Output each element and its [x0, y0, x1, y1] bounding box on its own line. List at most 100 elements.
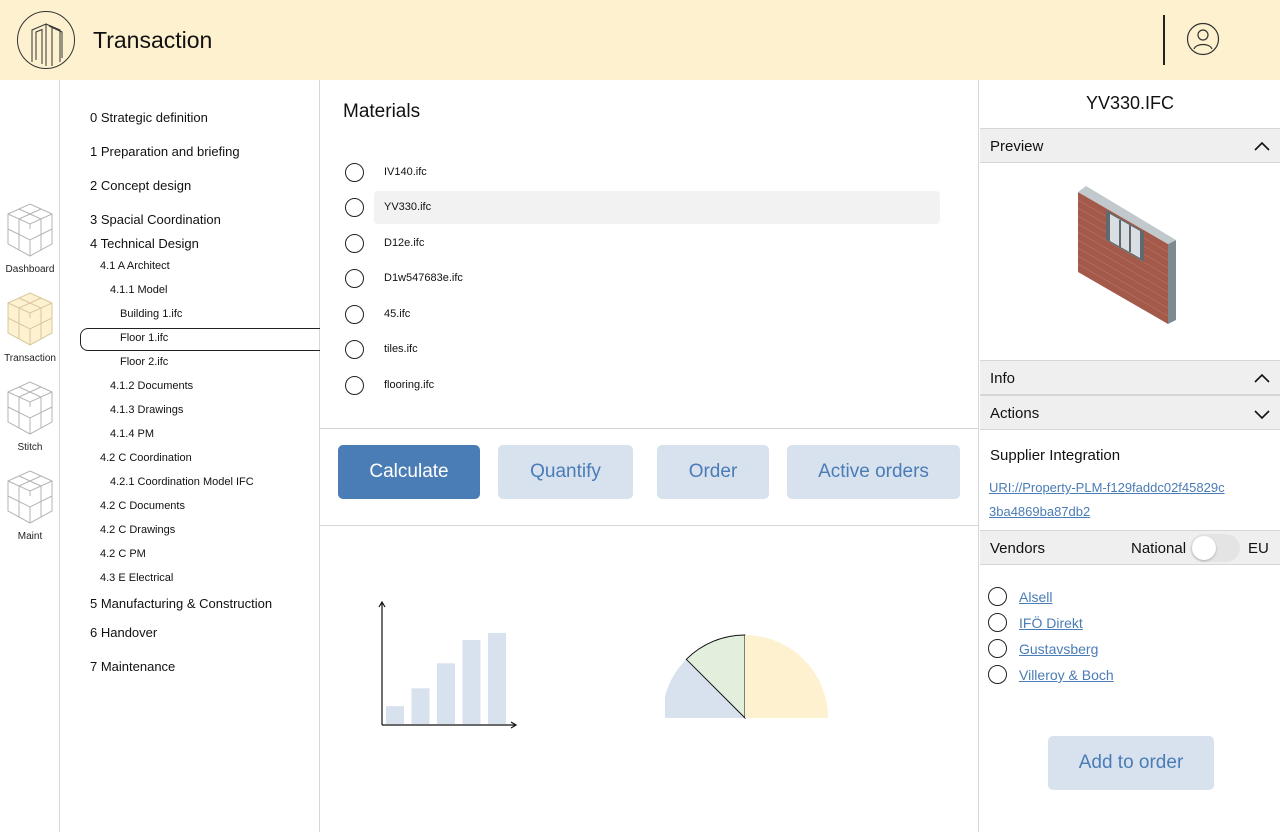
material-row-highlighted[interactable]: YV330.ifc: [343, 191, 940, 224]
section-label: Actions: [990, 405, 1040, 422]
material-radio[interactable]: [345, 234, 364, 253]
bar-chart: [378, 600, 518, 729]
preview-section-header[interactable]: Preview: [980, 128, 1280, 163]
toggle-eu-label: EU: [1248, 540, 1269, 557]
vendor-radio[interactable]: [988, 613, 1007, 632]
active-orders-button[interactable]: Active orders: [787, 445, 960, 499]
national-eu-toggle[interactable]: [1190, 534, 1240, 562]
chevron-down-icon[interactable]: [1253, 405, 1271, 423]
nav-label: Transaction: [4, 353, 56, 364]
tree-item[interactable]: 4.2 C Drawings: [60, 524, 320, 536]
order-button[interactable]: Order: [657, 445, 769, 499]
chevron-up-icon[interactable]: [1253, 370, 1271, 388]
nav-maint[interactable]: Maint: [0, 467, 60, 542]
material-row[interactable]: D1w547683e.ifc: [343, 262, 940, 295]
tree-item[interactable]: 4.2.1 Coordination Model IFC: [60, 476, 320, 488]
tree-item[interactable]: 4.2 C Documents: [60, 500, 320, 512]
material-label: D12e.ifc: [384, 237, 425, 249]
vendor-link[interactable]: IFÖ Direkt: [1019, 615, 1083, 631]
section-label: Preview: [990, 138, 1044, 155]
supplier-integration-title: Supplier Integration: [990, 447, 1121, 464]
section-divider: [320, 428, 979, 429]
vendor-radio[interactable]: [988, 665, 1007, 684]
actions-section-header[interactable]: Actions: [980, 395, 1280, 430]
material-row[interactable]: tiles.ifc: [343, 333, 940, 366]
cube-stack-icon: [7, 292, 53, 346]
material-label: flooring.ifc: [384, 379, 435, 391]
calculate-button[interactable]: Calculate: [338, 445, 480, 499]
material-label: D1w547683e.ifc: [384, 272, 463, 284]
material-label: YV330.ifc: [384, 201, 432, 213]
user-account-icon[interactable]: [1186, 22, 1220, 56]
nav-stitch[interactable]: Stitch: [0, 378, 60, 453]
tree-item[interactable]: 6 Handover: [60, 625, 320, 640]
section-divider: [320, 525, 979, 526]
tree-item[interactable]: 4.2 C PM: [60, 548, 320, 560]
wall-element-preview-image: [1077, 186, 1176, 324]
tree-item[interactable]: 4.1.1 Model: [60, 284, 320, 296]
material-label: IV140.ifc: [384, 166, 427, 178]
bar: [386, 706, 404, 724]
tree-item[interactable]: 4.3 E Electrical: [60, 572, 320, 584]
cube-stack-icon: [7, 381, 53, 435]
vendor-link[interactable]: Gustavsberg: [1019, 641, 1098, 657]
tree-item[interactable]: 7 Maintenance: [60, 659, 320, 674]
pie-slice: [745, 635, 828, 718]
vendor-radio[interactable]: [988, 587, 1007, 606]
material-radio[interactable]: [345, 269, 364, 288]
material-row[interactable]: flooring.ifc: [343, 369, 940, 402]
nav-label: Stitch: [17, 442, 43, 453]
app-nav-rail: Dashboard Transaction Stitch Maint: [0, 80, 60, 832]
tree-item[interactable]: 4.1 A Architect: [60, 260, 320, 272]
tree-item[interactable]: 3 Spacial Coordination: [60, 212, 320, 227]
vendors-label: Vendors: [990, 540, 1046, 557]
tree-item[interactable]: 4.1.4 PM: [60, 428, 320, 440]
bar: [437, 663, 455, 724]
nav-label: Dashboard: [5, 264, 55, 275]
tree-item[interactable]: 0 Strategic definition: [60, 110, 320, 125]
vendor-link[interactable]: Alsell: [1019, 589, 1052, 605]
toggle-national-label: National: [1131, 540, 1187, 557]
tree-item[interactable]: 4.1.3 Drawings: [60, 404, 320, 416]
tree-item[interactable]: Floor 2.ifc: [60, 356, 320, 368]
material-radio[interactable]: [345, 198, 364, 217]
quantify-button[interactable]: Quantify: [498, 445, 633, 499]
add-to-order-button[interactable]: Add to order: [1048, 736, 1214, 790]
material-radio[interactable]: [345, 305, 364, 324]
material-row[interactable]: 45.ifc: [343, 298, 940, 331]
vendor-link[interactable]: Villeroy & Boch: [1019, 667, 1114, 683]
materials-title: Materials: [343, 101, 421, 122]
nav-label: Maint: [17, 531, 43, 542]
nav-dashboard[interactable]: Dashboard: [0, 200, 60, 275]
material-row[interactable]: D12e.ifc: [343, 227, 940, 260]
material-radio[interactable]: [345, 163, 364, 182]
material-radio[interactable]: [345, 340, 364, 359]
row-highlight: [374, 191, 940, 224]
tree-item[interactable]: 4.2 C Coordination: [60, 452, 320, 464]
toggle-knob: [1192, 536, 1216, 560]
bar: [411, 688, 430, 724]
pie-chart: [665, 634, 828, 720]
main-content: Materials IV140.ifc YV330.ifc D12e.ifc D…: [320, 80, 979, 832]
tree-item[interactable]: 4 Technical Design: [60, 236, 320, 251]
tree-item[interactable]: 5 Manufacturing & Construction: [60, 596, 320, 611]
vendors-section-header: Vendors National EU: [980, 530, 1280, 565]
file-title: YV330.IFC: [1085, 93, 1175, 113]
nav-transaction[interactable]: Transaction: [0, 289, 60, 364]
chevron-up-icon[interactable]: [1253, 138, 1271, 156]
tree-item[interactable]: 2 Concept design: [60, 178, 320, 193]
tree-item-selected[interactable]: Floor 1.ifc: [60, 332, 320, 344]
uri-link[interactable]: URI://Property-PLM-f129faddc02f45829c3ba…: [989, 476, 1229, 524]
page-title: Transaction: [93, 27, 213, 53]
material-label: tiles.ifc: [384, 343, 418, 355]
bar: [462, 640, 481, 724]
tree-item[interactable]: 4.1.2 Documents: [60, 380, 320, 392]
material-row[interactable]: IV140.ifc: [343, 156, 940, 189]
building-logo-icon[interactable]: [16, 10, 76, 70]
vendor-radio[interactable]: [988, 639, 1007, 658]
app-header: Transaction: [0, 0, 1280, 80]
tree-item[interactable]: Building 1.ifc: [60, 308, 320, 320]
info-section-header[interactable]: Info: [980, 360, 1280, 395]
tree-item[interactable]: 1 Preparation and briefing: [60, 144, 320, 159]
material-radio[interactable]: [345, 376, 364, 395]
